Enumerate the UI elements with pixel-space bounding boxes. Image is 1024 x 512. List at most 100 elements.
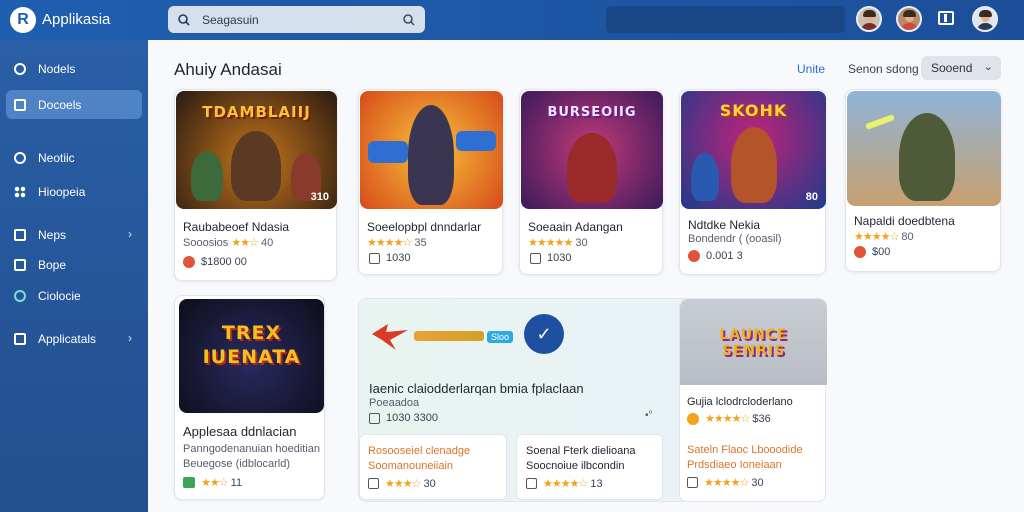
top-input-field[interactable] [606, 6, 845, 33]
apps-icon [14, 332, 26, 345]
bird-logo-icon [370, 320, 410, 352]
sort-select[interactable]: Sooend ⌄ [921, 56, 1001, 80]
game-art-image: TDAMBLAIIJ 310 [176, 91, 337, 209]
side-promo-card[interactable]: LAUNCE SENRIS Gujia lclodrcloderlano ★★★… [679, 298, 827, 502]
sidebar-item-hioopeia[interactable]: Hioopeia [6, 177, 142, 206]
banner-play-icon[interactable]: ✓ [524, 314, 564, 354]
ring-icon [14, 289, 26, 302]
sidebar-item-label: Hioopeia [38, 184, 86, 199]
sidebar-item-bope[interactable]: Bope [6, 250, 142, 279]
app-card[interactable]: Soeelopbpl dnndarlar ★★★★☆ 35 1030 [358, 89, 503, 275]
rating-stars: ★★★★☆ [367, 237, 412, 249]
game-art-image: BURSEOIIG [521, 91, 663, 209]
banner-sub-item[interactable]: Rosooseiel clenadge Soomanouneiiain ★★★☆… [359, 434, 507, 500]
sub-item-subtitle: Soocnoiue ilbcondin [526, 460, 625, 472]
app-card[interactable]: BURSEOIIG Soeaain Adangan ★★★★★ 30 1030 [519, 89, 663, 275]
sort-label: Senon sdong [848, 62, 919, 76]
search-box[interactable] [168, 6, 425, 33]
location-icon [14, 151, 26, 164]
art-badge: 310 [310, 191, 329, 203]
banner-sub-item[interactable]: Soenal Fterk dielioana Soocnoiue ilbcond… [516, 434, 663, 500]
download-icon [530, 252, 541, 264]
game-art-image [360, 91, 503, 209]
sidebar-item-docoels[interactable]: Docoels [6, 90, 142, 119]
sidebar-item-ciolocie[interactable]: Ciolocie [6, 281, 142, 310]
window-icon[interactable] [938, 11, 954, 25]
coin-icon [688, 250, 700, 262]
art-title: SKOHK [719, 101, 788, 120]
monitor-icon [14, 228, 26, 241]
card-title: Soeaain Adangan [528, 220, 623, 234]
sidebar-item-applicatals[interactable]: Applicatals › [6, 324, 142, 353]
art-title: TREX IUENATA [202, 322, 301, 368]
featured-app-card[interactable]: TREX IUENATA Applesaa ddnlacian Panngode… [174, 295, 325, 500]
top-bar: R Applikasia [0, 0, 1024, 40]
card-downloads: 1030 [386, 252, 411, 264]
more-options-icon[interactable]: •° [645, 410, 653, 421]
card-title: Applesaa ddnlacian [183, 424, 297, 439]
thumbs-up-icon [183, 477, 195, 488]
card-title: Soeelopbpl dnndarlar [367, 220, 482, 234]
sidebar-item-nodels[interactable]: Nodels [6, 54, 142, 83]
art-title: LAUNCE SENRIS [719, 327, 788, 359]
chevron-down-icon: ⌄ [983, 61, 993, 73]
search-icon [178, 13, 190, 26]
app-card[interactable]: SKOHK 80 Ndtdke Nekia Bondendr ( (ooasil… [679, 89, 826, 275]
art-title: TDAMBLAIIJ [202, 103, 311, 121]
card-rating: 11 [230, 476, 243, 489]
sub-item-subtitle: Prdsdiaeo Ioneiaan [687, 459, 782, 471]
card-title: Ndtdke Nekia [688, 218, 761, 232]
sidebar-item-label: Bope [38, 257, 67, 272]
avatar[interactable] [896, 6, 922, 32]
chevron-right-icon: › [128, 227, 132, 241]
circle-icon [14, 62, 26, 75]
banner-count: 1030 3300 [386, 412, 438, 424]
coin-icon [854, 246, 866, 258]
banner-subtitle: Poeaadoa [369, 397, 420, 409]
card-rating: 80 [901, 231, 914, 243]
card-description: Beuegose (idblocarld) [183, 458, 291, 470]
coin-icon [687, 412, 699, 425]
app-title: Applikasia [42, 11, 111, 28]
game-art-image: LAUNCE SENRIS [680, 299, 827, 385]
book-icon [14, 258, 26, 271]
sidebar-item-neotiic[interactable]: Neotiic [6, 143, 142, 172]
card-title: Raubabeoef Ndasia [183, 220, 290, 234]
sub-item-title: Rosooseiel clenadge [368, 445, 471, 457]
sidebar-item-label: Nodels [38, 61, 76, 76]
sidebar-item-neps[interactable]: Neps › [6, 220, 142, 249]
card-title: Napaldi doedbtena [854, 214, 955, 228]
rating-stars: ★★★★☆ [704, 477, 749, 489]
banner-tag: Sloo [487, 331, 514, 343]
app-logo-icon[interactable]: R [10, 7, 36, 33]
card-price: $00 [872, 246, 891, 258]
rating-stars: ★★★★☆ [854, 231, 899, 243]
card-rating: 40 [260, 237, 274, 249]
app-card[interactable]: TDAMBLAIIJ 310 Raubabeoef Ndasia Sooosio… [174, 89, 337, 281]
folder-icon [14, 98, 26, 111]
avatar[interactable] [856, 6, 882, 32]
sub-item-title: Soenal Fterk dielioana [526, 445, 636, 457]
chevron-right-icon: › [128, 331, 132, 345]
user-avatar[interactable] [972, 6, 998, 32]
download-icon [369, 252, 380, 264]
download-icon [368, 478, 379, 489]
sub-item-rating: 30 [423, 477, 436, 490]
app-card[interactable]: Napaldi doedbtena ★★★★☆ 80 $00 [845, 89, 1001, 272]
rating-stars: ★★★★☆ [705, 413, 750, 425]
card-downloads: 1030 [547, 252, 572, 264]
sidebar-item-label: Docoels [38, 97, 82, 112]
card-description: Panngodenanuian hoeditian [183, 443, 321, 455]
sidebar-item-label: Neotiic [38, 150, 75, 165]
download-icon [526, 478, 537, 489]
page-title: Ahuiy Andasai [174, 60, 282, 79]
sort-value: Sooend [931, 61, 973, 75]
sub-item-rating: 30 [751, 476, 764, 489]
unite-link[interactable]: Unite [797, 62, 825, 76]
search-submit-icon[interactable] [403, 13, 415, 26]
game-art-image: TREX IUENATA [179, 299, 324, 413]
search-input[interactable] [200, 11, 403, 28]
sidebar-item-label: Neps [38, 227, 67, 242]
rating-stars: ★★★★☆ [543, 478, 588, 490]
coin-icon [183, 256, 195, 268]
